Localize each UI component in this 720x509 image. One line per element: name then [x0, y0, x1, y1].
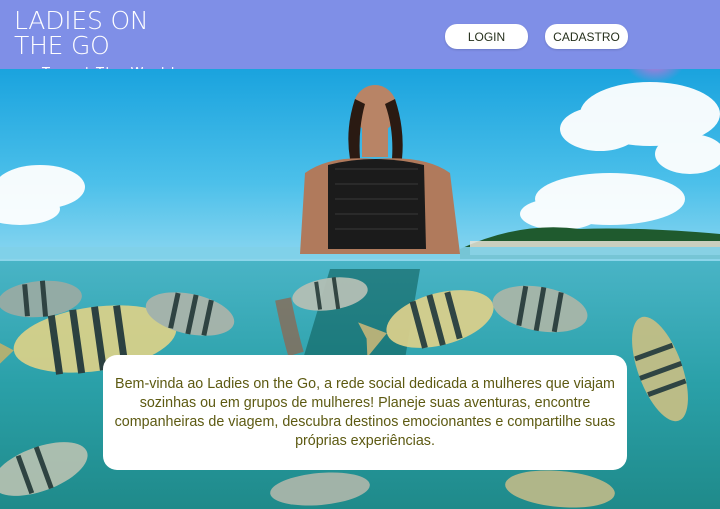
logo-title: LADIES ON THE GO [14, 6, 149, 60]
welcome-text: Bem-vinda ao Ladies on the Go, a rede so… [114, 375, 616, 449]
welcome-card: Bem-vinda ao Ladies on the Go, a rede so… [103, 355, 627, 470]
signup-button[interactable]: CADASTRO [545, 24, 628, 49]
top-header: LADIES ON THE GO Travel The World LOGIN … [0, 0, 720, 81]
login-button[interactable]: LOGIN [445, 24, 528, 49]
hero-image: Bem-vinda ao Ladies on the Go, a rede so… [0, 69, 720, 509]
